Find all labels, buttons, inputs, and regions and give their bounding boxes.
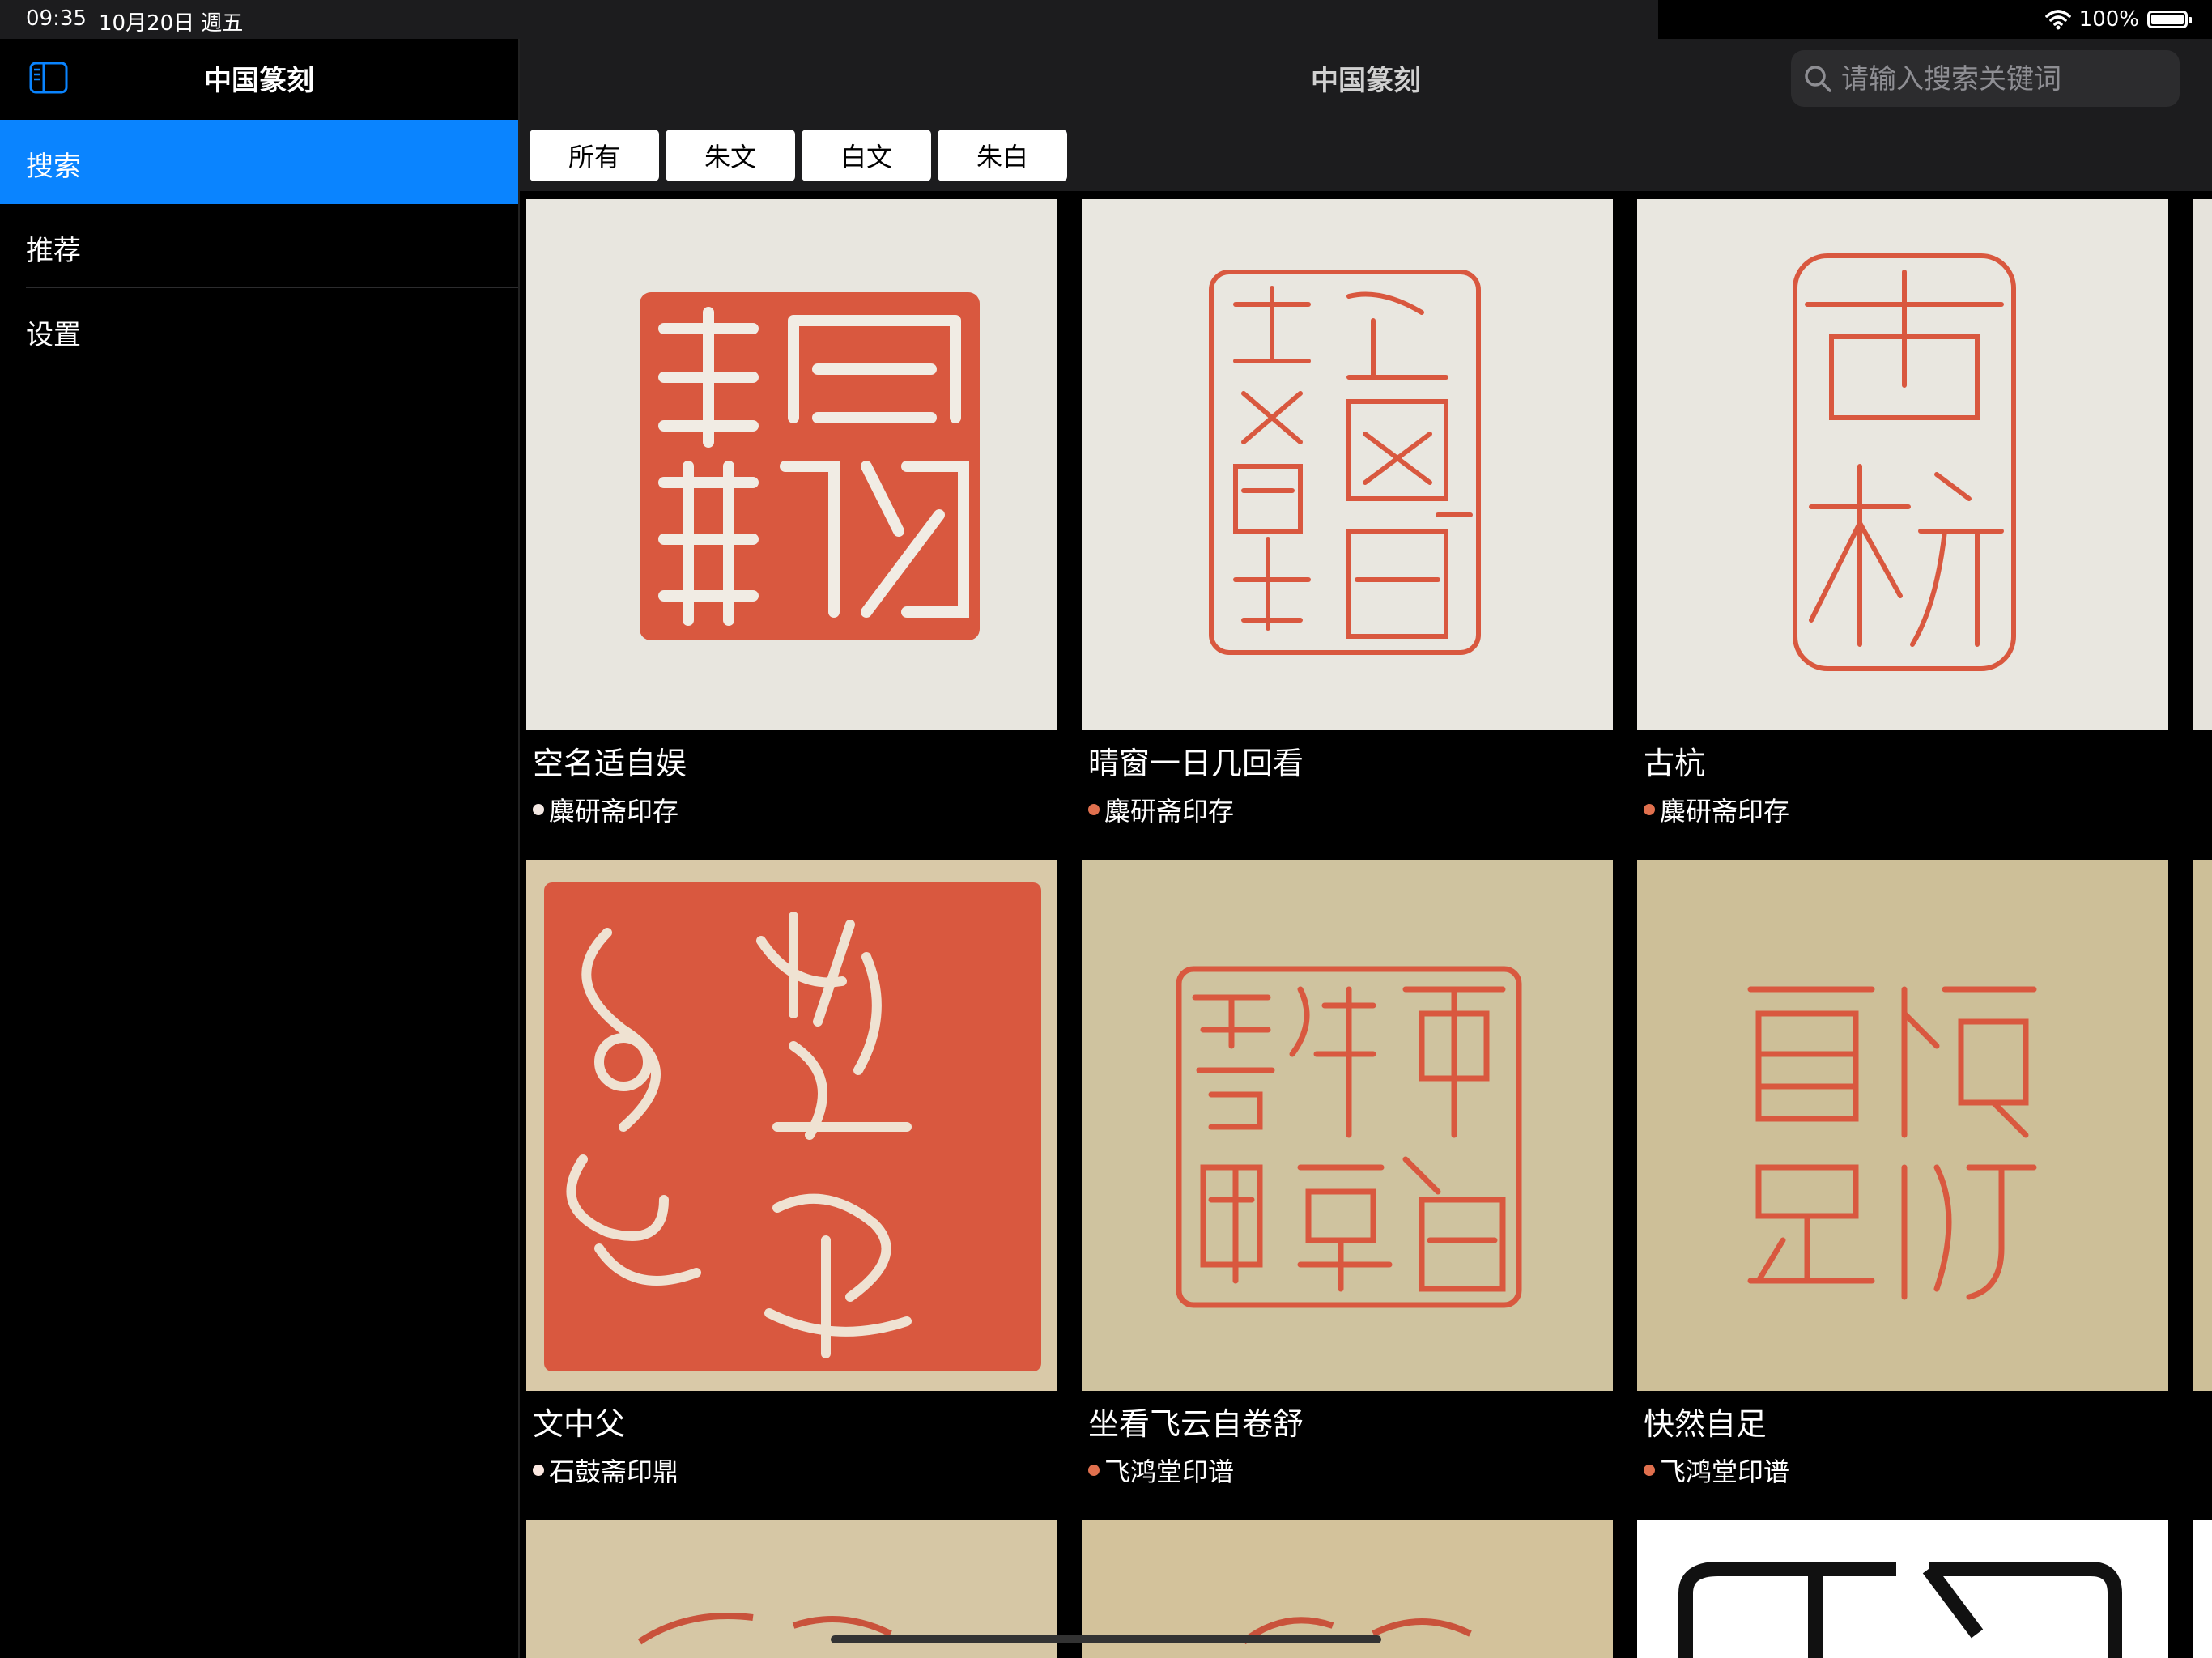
source-dot bbox=[1088, 804, 1100, 815]
seal-title: 空名适自娱 bbox=[533, 746, 687, 781]
seal-source: 飞鸿堂印谱 bbox=[1082, 1452, 1613, 1489]
home-indicator bbox=[831, 1635, 1381, 1643]
seal-source: 石鼓斋印鼎 bbox=[526, 1452, 1057, 1489]
source-dot bbox=[1644, 1465, 1655, 1476]
seal-image[interactable] bbox=[526, 199, 1057, 730]
sidebar-title: 中国篆刻 bbox=[204, 65, 314, 97]
seal-title: 晴窗一日几回看 bbox=[1088, 746, 1304, 781]
filter-zhuwen-button[interactable]: 朱文 bbox=[666, 130, 795, 181]
source-dot bbox=[533, 1465, 544, 1476]
main-header: 中国篆刻 所有 朱文 白文 朱白 bbox=[520, 39, 2212, 191]
seal-card-partial[interactable] bbox=[2193, 1520, 2212, 1658]
seal-card[interactable]: 坐看飞云自卷舒 飞鸿堂印谱 bbox=[1082, 860, 1613, 1489]
seal-image[interactable] bbox=[526, 860, 1057, 1391]
battery-percent: 100% bbox=[2078, 7, 2139, 32]
sidebar-item-label: 推荐 bbox=[26, 235, 81, 267]
seal-image[interactable] bbox=[1637, 1520, 2168, 1658]
sidebar-item-label: 搜索 bbox=[26, 151, 81, 183]
filter-zhubai-button[interactable]: 朱白 bbox=[938, 130, 1067, 181]
seal-source-label: 麋研斋印存 bbox=[1104, 796, 1235, 827]
filter-bar: 所有 朱文 白文 朱白 bbox=[530, 130, 1067, 181]
seal-source-label: 麋研斋印存 bbox=[1660, 796, 1790, 827]
battery-icon bbox=[2147, 11, 2192, 28]
sidebar: 中国篆刻 搜索 推荐 设置 bbox=[0, 39, 518, 1658]
seal-image[interactable] bbox=[1082, 199, 1613, 730]
status-bar: 09:35 10月20日 週五 100% bbox=[0, 0, 2212, 39]
seal-source-label: 麋研斋印存 bbox=[549, 796, 679, 827]
status-bar-left: 09:35 10月20日 週五 bbox=[0, 0, 1658, 39]
sidebar-item-label: 设置 bbox=[26, 319, 81, 351]
seal-card-partial[interactable] bbox=[2193, 860, 2212, 1391]
source-dot bbox=[1088, 1465, 1100, 1476]
status-time: 09:35 bbox=[26, 6, 87, 31]
seal-source: 麋研斋印存 bbox=[1637, 791, 2168, 828]
seal-card[interactable]: 快然自足 飞鸿堂印谱 bbox=[1637, 860, 2168, 1489]
sidebar-item-search[interactable]: 搜索 bbox=[0, 120, 518, 204]
seal-image[interactable] bbox=[1637, 860, 2168, 1391]
seal-title: 快然自足 bbox=[1644, 1406, 1767, 1442]
seal-image[interactable] bbox=[1637, 199, 2168, 730]
seal-card-partial[interactable] bbox=[2193, 199, 2212, 730]
seal-source: 麋研斋印存 bbox=[1082, 791, 1613, 828]
seal-source-label: 石鼓斋印鼎 bbox=[549, 1456, 679, 1487]
status-date: 10月20日 週五 bbox=[99, 11, 244, 36]
sidebar-header: 中国篆刻 bbox=[0, 39, 518, 120]
seal-source-label: 飞鸿堂印谱 bbox=[1660, 1456, 1790, 1487]
source-dot bbox=[533, 804, 544, 815]
seal-title: 坐看飞云自卷舒 bbox=[1088, 1406, 1304, 1442]
seal-title: 古杭 bbox=[1644, 746, 1706, 781]
search-icon bbox=[1805, 66, 1831, 92]
sidebar-item-recommend[interactable]: 推荐 bbox=[0, 204, 518, 288]
wifi-icon bbox=[2044, 10, 2071, 30]
search-box[interactable] bbox=[1791, 50, 2180, 107]
main-content: 中国篆刻 所有 朱文 白文 朱白 bbox=[520, 39, 2212, 1658]
seal-source: 麋研斋印存 bbox=[526, 791, 1057, 828]
seal-card[interactable]: 文中父 石鼓斋印鼎 bbox=[526, 860, 1057, 1489]
seal-image[interactable] bbox=[1082, 860, 1613, 1391]
seal-card[interactable]: 空名适自娱 麋研斋印存 bbox=[526, 199, 1057, 828]
seal-source: 飞鸿堂印谱 bbox=[1637, 1452, 2168, 1489]
sidebar-item-settings[interactable]: 设置 bbox=[0, 288, 518, 372]
seal-card[interactable]: 晴窗一日几回看 麋研斋印存 bbox=[1082, 199, 1613, 828]
search-input[interactable] bbox=[1840, 58, 2167, 100]
seal-card[interactable]: 古杭 麋研斋印存 bbox=[1637, 199, 2168, 828]
seal-title: 文中父 bbox=[533, 1406, 626, 1442]
seal-card-partial[interactable] bbox=[1637, 1520, 2168, 1658]
filter-baiwen-button[interactable]: 白文 bbox=[802, 130, 931, 181]
status-bar-right: 100% bbox=[2044, 5, 2192, 34]
seal-source-label: 飞鸿堂印谱 bbox=[1104, 1456, 1235, 1487]
source-dot bbox=[1644, 804, 1655, 815]
filter-all-button[interactable]: 所有 bbox=[530, 130, 659, 181]
